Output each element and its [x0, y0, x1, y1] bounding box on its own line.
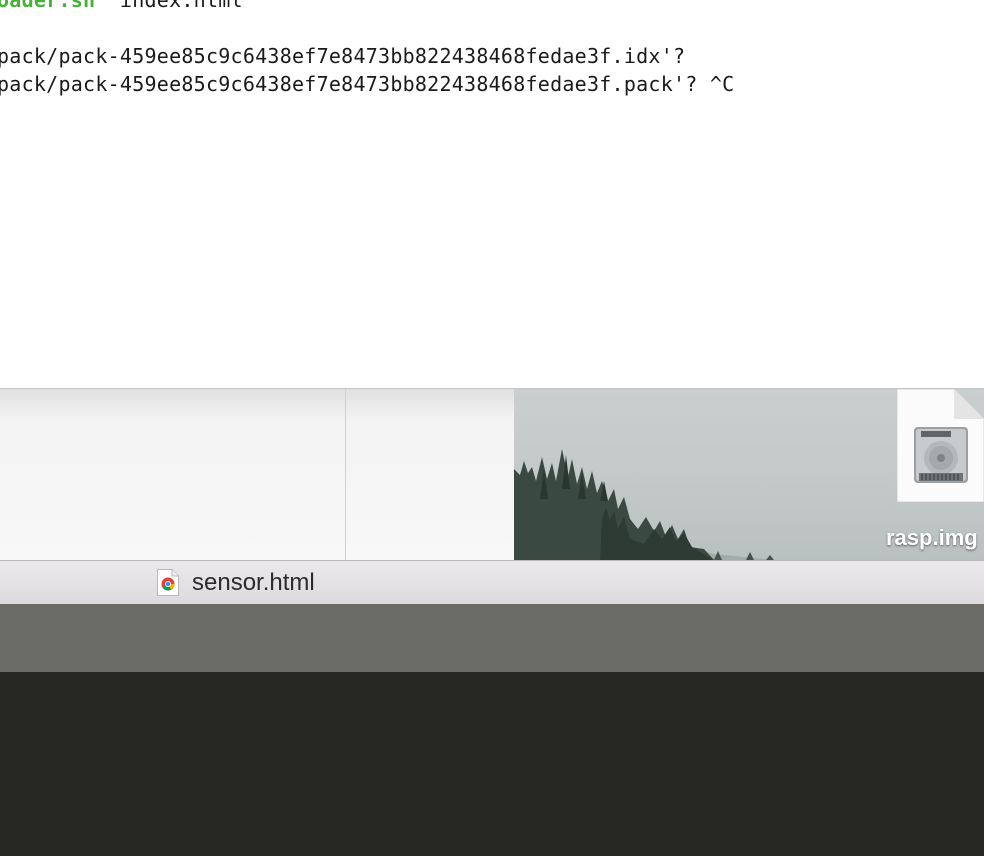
- file-tab-bar: sensor.html: [0, 560, 984, 605]
- terminal-line-pack: pack/pack-459ee85c9c6438ef7e8473bb822438…: [0, 72, 735, 96]
- finder-panel-left[interactable]: [0, 389, 345, 560]
- disk-image-label[interactable]: rasp.img: [886, 525, 978, 551]
- terminal-line-files: oader.sh index.html: [0, 0, 243, 12]
- disk-image-icon[interactable]: [897, 389, 984, 502]
- finder-panel-middle[interactable]: [346, 389, 514, 560]
- html-filename: index.html: [95, 0, 243, 12]
- chrome-file-icon: [157, 569, 179, 596]
- terminal-window[interactable]: oader.sh index.html pack/pack-459ee85c9c…: [0, 0, 984, 388]
- finder-strip: rasp.img sensor.html: [0, 388, 984, 605]
- file-tab-label[interactable]: sensor.html: [192, 569, 315, 597]
- terminal-line-idx: pack/pack-459ee85c9c6438ef7e8473bb822438…: [0, 44, 686, 68]
- dark-window-area: [0, 672, 984, 856]
- window-gray-band: [0, 604, 984, 672]
- script-filename: oader.sh: [0, 0, 96, 12]
